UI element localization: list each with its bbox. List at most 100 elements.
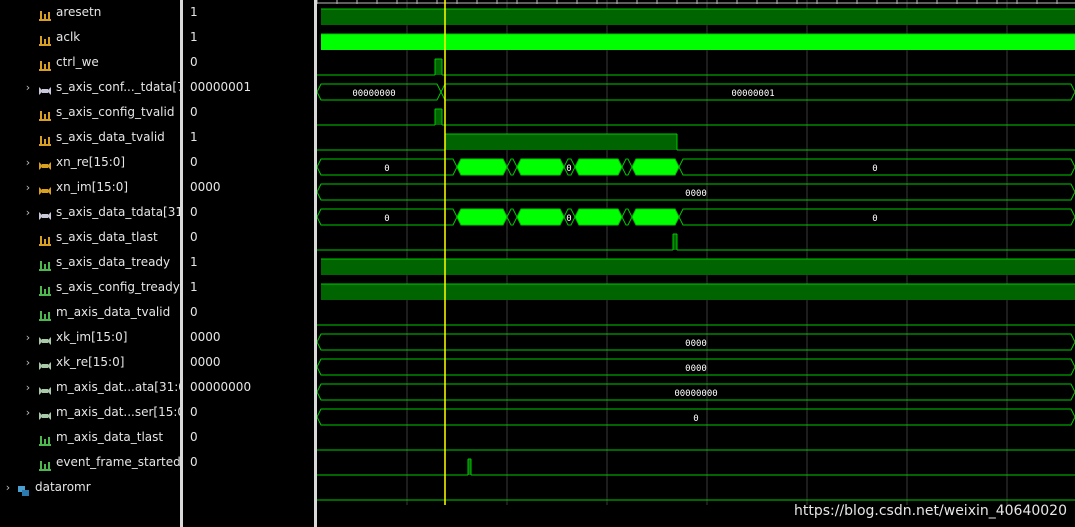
signal-value: 00000001 <box>190 80 252 94</box>
signal-value: 1 <box>190 280 198 294</box>
signal-row[interactable]: s_axis_data_tvalid <box>0 125 180 150</box>
signal-value: 1 <box>190 130 198 144</box>
chevron-right-icon[interactable]: › <box>23 325 33 350</box>
internal-bus-icon <box>38 181 52 195</box>
signal-row[interactable]: › s_axis_data_tdata[31:( <box>0 200 180 225</box>
signal-name: xk_im[15:0] <box>56 330 128 344</box>
signal-value: 0 <box>190 230 198 244</box>
wave-segment <box>673 234 677 250</box>
signal-value: 0 <box>190 305 198 319</box>
signal-value: 0 <box>190 155 198 169</box>
signal-value: 0 <box>190 405 198 419</box>
output-bit-icon <box>38 306 52 321</box>
input-bit-icon <box>38 231 52 246</box>
output-bus-icon <box>38 406 52 420</box>
signal-name: s_axis_config_tvalid <box>56 105 175 119</box>
group-icon <box>17 481 31 496</box>
signal-value: 0 <box>190 105 198 119</box>
bus-value-label: 0 <box>693 414 698 424</box>
signal-name: xn_re[15:0] <box>56 155 126 169</box>
wave-segment <box>435 59 442 75</box>
chevron-right-icon[interactable]: › <box>23 175 33 200</box>
wave-segment <box>435 109 442 125</box>
bus-segment <box>456 158 508 176</box>
signal-row[interactable]: event_frame_started <box>0 450 180 475</box>
signal-row[interactable]: › s_axis_conf..._tdata[7: <box>0 75 180 100</box>
signal-name: aresetn <box>56 5 102 19</box>
group-name: dataromr <box>35 480 91 494</box>
signal-value-panel: 1 1 0 00000001 0 1 0 0000 0 0 1 1 0 0000 0000 00000000 0… <box>183 0 314 527</box>
signal-row[interactable]: ctrl_we <box>0 50 180 75</box>
signal-name: m_axis_dat...ata[31:0] <box>56 380 180 394</box>
chevron-right-icon[interactable]: › <box>23 375 33 400</box>
group-row-dataromr[interactable]: › dataromr <box>0 475 180 500</box>
bus-segment <box>621 158 633 176</box>
signal-value: 0 <box>190 455 198 469</box>
signal-row[interactable]: › xn_re[15:0] <box>0 150 180 175</box>
bus-value-label: 0 <box>384 214 389 224</box>
output-bus-icon <box>38 331 52 345</box>
signal-name-panel: aresetn aclk ctrl_we › s_axis_conf..._tdata[… <box>0 0 180 527</box>
bus-value-label: 00000000 <box>674 389 717 399</box>
bus-segment <box>621 208 633 226</box>
output-bit-icon <box>38 456 52 471</box>
input-bus-icon <box>38 81 52 95</box>
signal-row[interactable]: m_axis_data_tvalid <box>0 300 180 325</box>
signal-name: xn_im[15:0] <box>56 180 129 194</box>
signal-value: 0000 <box>190 355 221 369</box>
signal-row[interactable]: › xk_re[15:0] <box>0 350 180 375</box>
signal-name: s_axis_data_tlast <box>56 230 158 244</box>
wave-segment <box>321 284 1075 300</box>
signal-row[interactable]: s_axis_data_tready <box>0 250 180 275</box>
wave-segment <box>321 34 1075 50</box>
chevron-right-icon[interactable]: › <box>3 475 13 500</box>
signal-row[interactable]: s_axis_config_tvalid <box>0 100 180 125</box>
bus-segment <box>631 158 680 176</box>
bus-value-label: 0 <box>566 214 571 224</box>
chevron-right-icon[interactable]: › <box>23 400 33 425</box>
chevron-right-icon[interactable]: › <box>23 200 33 225</box>
signal-name: s_axis_data_tready <box>56 255 171 269</box>
signal-name: xk_re[15:0] <box>56 355 125 369</box>
signal-row[interactable]: aresetn <box>0 0 180 25</box>
bus-value-label: 00000001 <box>731 89 774 99</box>
signal-name: ctrl_we <box>56 55 99 69</box>
output-bit-icon <box>38 281 52 296</box>
wave-segment <box>445 134 677 150</box>
signal-value: 1 <box>190 255 198 269</box>
signal-name: m_axis_data_tlast <box>56 430 164 444</box>
signal-row[interactable]: › xn_im[15:0] <box>0 175 180 200</box>
signal-row[interactable]: › m_axis_dat...ser[15:0] <box>0 400 180 425</box>
bus-value-label: 0000 <box>685 364 707 374</box>
signal-row[interactable]: aclk <box>0 25 180 50</box>
signal-row[interactable]: s_axis_config_tready <box>0 275 180 300</box>
bus-value-label: 0 <box>566 164 571 174</box>
signal-row[interactable]: m_axis_data_tlast <box>0 425 180 450</box>
bus-segment <box>574 208 623 226</box>
bus-segment <box>506 208 518 226</box>
bus-segment <box>516 208 565 226</box>
bus-value-label: 0000 <box>685 339 707 349</box>
chevron-right-icon[interactable]: › <box>23 150 33 175</box>
bus-segment <box>506 158 518 176</box>
chevron-right-icon[interactable]: › <box>23 75 33 100</box>
signal-value: 0 <box>190 55 198 69</box>
input-bit-icon <box>38 31 52 46</box>
signal-value: 0 <box>190 205 198 219</box>
waveform-panel[interactable]: 00000000 000000010 0 00 0 0000000000000000000… <box>317 0 1075 527</box>
signal-value: 1 <box>190 30 198 44</box>
signal-name: aclk <box>56 30 81 44</box>
input-bit-icon <box>38 131 52 146</box>
output-bit-icon <box>38 431 52 446</box>
bus-value-label: 0 <box>384 164 389 174</box>
chevron-right-icon[interactable]: › <box>23 350 33 375</box>
signal-row[interactable]: › m_axis_dat...ata[31:0] <box>0 375 180 400</box>
wave-segment <box>321 259 1075 275</box>
bus-value-label: 0 <box>872 164 877 174</box>
output-bit-icon <box>38 256 52 271</box>
signal-row[interactable]: s_axis_data_tlast <box>0 225 180 250</box>
signal-name: event_frame_started <box>56 455 180 469</box>
bus-value-label: 0000 <box>685 189 707 199</box>
signal-row[interactable]: › xk_im[15:0] <box>0 325 180 350</box>
signal-name: s_axis_config_tready <box>56 280 180 294</box>
